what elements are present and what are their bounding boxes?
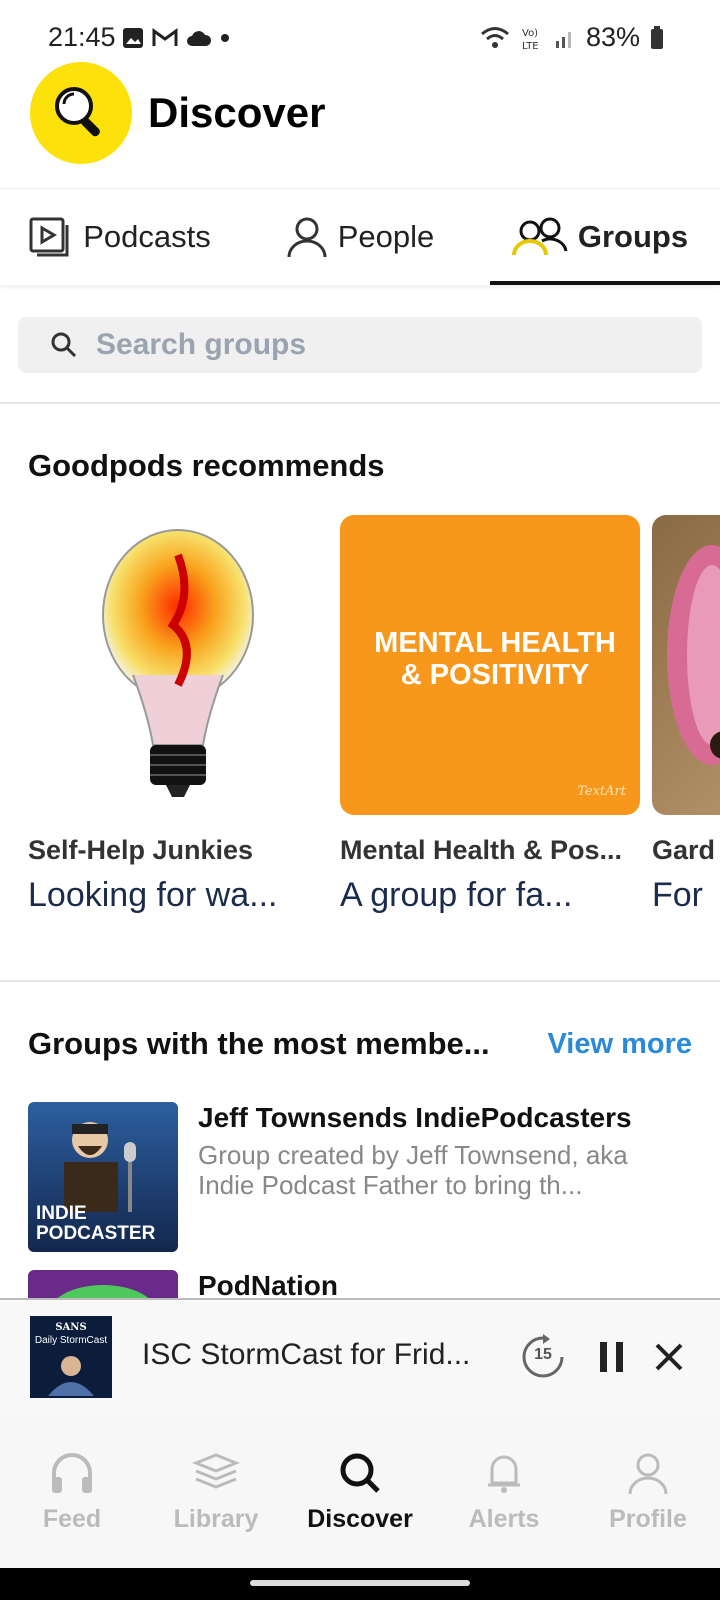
volte-icon: Vo) LTE [522,28,539,51]
group-card[interactable]: Self-Help Junkies Looking for wa... [28,515,328,915]
group-card-image: MENTAL HEALTH & POSITIVITY TextArt [340,515,640,815]
nav-profile[interactable]: Profile [576,1416,720,1568]
player-art-brand: SANS [55,1322,87,1333]
headphones-icon [52,1452,92,1493]
group-desc: Group created by Jeff Townsend, aka Indi… [198,1140,628,1200]
nav-discover[interactable]: Discover [288,1416,432,1568]
podcast-icon [29,217,69,257]
tab-groups-label: Groups [577,219,689,254]
dot-icon [221,34,229,42]
discover-logo [30,62,132,164]
nav-library[interactable]: Library [144,1416,288,1568]
host-photo [48,1356,94,1396]
wifi-icon [480,26,509,48]
nav-alerts-label: Alerts [468,1504,540,1533]
player-title: ISC StormCast for Frid... [142,1338,471,1371]
group-card-desc: Looking for wa... [28,876,278,914]
group-card-name: Mental Health & Pos... [340,835,623,865]
status-right: Vo) LTE 83% [480,22,664,53]
svg-text:LTE: LTE [522,41,539,51]
group-info: Jeff Townsends IndiePodcasters Group cre… [198,1102,678,1252]
divider [0,980,720,982]
group-card-art-text: MENTAL HEALTH & POSITIVITY [374,627,616,691]
group-row[interactable]: PodNation [28,1270,338,1298]
player-art-text: Daily StormCast [34,1335,108,1346]
svg-text:Vo): Vo) [522,28,538,39]
mini-player[interactable]: SANS Daily StormCast ISC StormCast for F… [0,1298,720,1418]
nav-library-label: Library [173,1504,259,1533]
skip-seconds: 15 [534,1346,552,1363]
tab-people[interactable]: People [240,189,480,285]
group-thumb: INDIE PODCASTER [28,1102,178,1252]
page-header: Discover [30,62,325,164]
tab-groups[interactable]: Groups [480,189,720,285]
group-name: Jeff Townsends IndiePodcasters [198,1102,632,1133]
magnifier-icon [55,87,100,137]
group-card-image [28,515,328,815]
skip-forward-button[interactable]: 15 [520,1334,566,1380]
pause-button[interactable] [600,1340,624,1379]
group-card-name: Self-Help Junkies [28,835,254,865]
search-icon [340,1453,380,1493]
battery-icon [651,25,663,49]
signal-icon [555,31,571,48]
group-card-name: Gard [652,835,716,865]
battery-percent: 83% [585,22,640,52]
group-card[interactable]: Gard For [652,515,720,915]
nav-profile-label: Profile [609,1504,687,1533]
nav-alerts[interactable]: Alerts [432,1416,576,1568]
status-time: 21:45 [48,22,116,52]
group-card-art-sub: TextArt [577,784,626,799]
tab-podcasts[interactable]: Podcasts [0,189,240,285]
gallery-icon [123,28,143,48]
divider [0,402,720,404]
home-gesture-pill[interactable] [250,1580,470,1586]
pause-icon [600,1342,623,1372]
group-thumb [28,1270,178,1298]
flower-image [667,545,720,765]
search-placeholder: Search groups [96,328,307,361]
view-more-link[interactable]: View more [547,1028,692,1061]
nav-feed[interactable]: Feed [0,1416,144,1568]
discover-tabs: Podcasts People Groups [0,188,720,285]
group-card-desc: For [652,876,703,914]
search-icon [51,332,77,358]
bottom-nav: Feed Library Discover Alerts Profile [0,1416,720,1568]
page-title: Discover [148,89,326,136]
group-card-image [652,515,720,815]
group-thumb-text: INDIE PODCASTER [36,1203,156,1244]
close-icon [655,1343,683,1371]
library-icon [192,1452,240,1489]
group-card-desc: A group for fa... [340,876,573,914]
section-title-most-members: Groups with the most membe... [28,1026,490,1061]
group-card[interactable]: MENTAL HEALTH & POSITIVITY TextArt Menta… [340,515,640,915]
close-player-button[interactable] [654,1342,684,1377]
recommends-carousel[interactable]: Self-Help Junkies Looking for wa... MENT… [28,515,720,925]
group-name: PodNation [198,1270,338,1298]
bell-icon [488,1455,520,1493]
podnation-art [57,1285,149,1298]
notification-icons [122,27,230,49]
gmail-icon [152,28,178,46]
nav-discover-label: Discover [307,1504,413,1533]
group-row[interactable]: INDIE PODCASTER Jeff Townsends IndiePodc… [28,1102,678,1252]
person-icon [287,217,327,258]
tab-podcasts-label: Podcasts [83,219,211,254]
groups-icon [511,217,568,256]
player-artwork: SANS Daily StormCast [30,1316,112,1398]
group-info: PodNation [198,1270,338,1298]
search-input[interactable]: Search groups [18,317,702,373]
nav-feed-label: Feed [42,1504,102,1533]
profile-icon [628,1453,668,1494]
section-title-recommends: Goodpods recommends [28,448,385,483]
system-nav-bar [0,1568,720,1600]
tab-people-label: People [337,219,435,254]
cloud-icon [187,31,212,46]
lightbulb-image [102,529,254,797]
